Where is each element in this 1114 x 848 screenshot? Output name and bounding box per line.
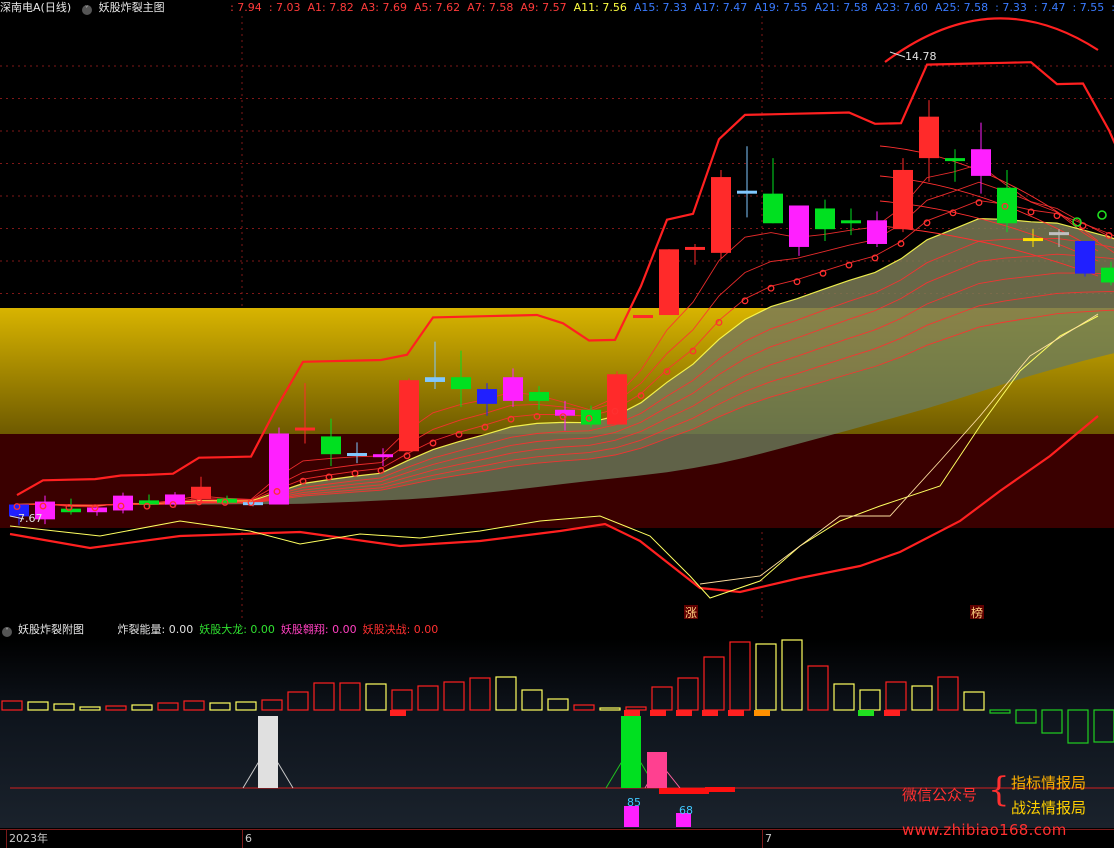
candle-body [347, 453, 367, 457]
main-value-10: A19: 7.55 [754, 1, 808, 14]
candle-body [321, 436, 341, 455]
watermark-url: www.zhibiao168.com [902, 821, 1067, 839]
watermark-line-2: 战法情报局 [1011, 799, 1087, 817]
main-indicator-values: : 7.94 : 7.03 A1: 7.82 A3: 7.69 A5: 7.62 A7: … [230, 1, 1114, 14]
main-value-6: A9: 7.57 [520, 1, 567, 14]
candle-body [1049, 232, 1069, 236]
signal-circle-icon-2 [1097, 210, 1107, 220]
main-value-0: : 7.94 [230, 1, 262, 14]
markers: 涨榜 [684, 605, 984, 620]
sub-label-b: 68 [679, 804, 693, 817]
sub-header-bar: ˅ 妖股炸裂附图 炸裂能量: 0.00 妖股大龙: 0.00 妖股翱翔: 0.00 妖股… [0, 622, 1114, 638]
candle-body [1075, 241, 1095, 274]
high-price-label: 14.78 [905, 50, 937, 63]
stock-name[interactable]: 深南电A(日线) [0, 1, 71, 14]
sub-indicator-name[interactable]: 妖股炸裂附图 [18, 623, 84, 636]
candle-body [477, 389, 497, 404]
main-value-16: : 7.55 [1072, 1, 1105, 14]
marker-0: 涨 [685, 605, 697, 620]
chevron-down-icon[interactable]: ˅ [2, 627, 12, 637]
brace-icon: { [988, 770, 1010, 810]
candle-body [945, 158, 965, 162]
chevron-down-icon[interactable]: ˅ [81, 5, 92, 15]
candle-body [191, 486, 211, 499]
energy-tab [884, 710, 900, 716]
candle-body [685, 246, 705, 250]
pink-signal-bar [647, 752, 667, 788]
main-value-11: A21: 7.58 [814, 1, 868, 14]
candle-body [1023, 238, 1043, 242]
time-axis-label-0: 2023年 [6, 830, 48, 848]
time-axis-label-2: 7 [762, 830, 772, 848]
energy-tab [728, 710, 744, 716]
candle-body [789, 205, 809, 247]
sub-field-3: 妖股决战: 0.00 [362, 623, 439, 636]
candle-body [763, 193, 783, 224]
candle-body [971, 149, 991, 176]
main-value-15: : 7.47 [1033, 1, 1066, 14]
energy-tab [858, 710, 874, 716]
candle-body [295, 427, 315, 431]
main-value-9: A17: 7.47 [694, 1, 748, 14]
energy-tab [390, 710, 406, 716]
candle-body [529, 392, 549, 401]
candle-body [451, 377, 471, 390]
sub-indicator-values: 炸裂能量: 0.00 妖股大龙: 0.00 妖股翱翔: 0.00 妖股决战: 0.00 [118, 623, 445, 636]
main-value-7: A11: 7.56 [573, 1, 627, 14]
main-value-8: A15: 7.33 [633, 1, 688, 14]
candle-body [815, 208, 835, 230]
candle-body [633, 315, 653, 319]
main-price-chart[interactable]: 14.78 7.67 涨榜 [0, 16, 1114, 620]
watermark-label: 微信公众号 [902, 786, 978, 804]
energy-tab [676, 710, 692, 716]
main-value-4: A5: 7.62 [413, 1, 461, 14]
white-signal-bar [258, 716, 278, 788]
main-value-5: A7: 7.58 [467, 1, 514, 14]
energy-tab [702, 710, 718, 716]
watermark-line-1: 指标情报局 [1011, 774, 1087, 792]
sub-field-0: 炸裂能量: 0.00 [117, 623, 194, 636]
candle-body [607, 374, 627, 425]
red-signal-bar-2 [705, 787, 735, 792]
marker-1: 榜 [971, 605, 983, 620]
candle-body [659, 249, 679, 316]
low-price-label: 7.67 [18, 512, 43, 525]
main-value-3: A3: 7.69 [360, 1, 407, 14]
candle-body [503, 377, 523, 401]
candle-body [841, 220, 861, 224]
sub-label-a: 85 [627, 796, 641, 809]
candle-body [893, 169, 913, 230]
candle-body [399, 380, 419, 452]
main-value-1: : 7.03 [268, 1, 301, 14]
main-header-bar: 深南电A(日线) ˅ 妖股炸裂主图 : 7.94 : 7.03 A1: 7.82 A3:… [0, 0, 1114, 16]
main-value-13: A25: 7.58 [934, 1, 989, 14]
main-value-2: A1: 7.82 [307, 1, 354, 14]
energy-tab [624, 710, 640, 716]
magenta-signal-a [624, 806, 639, 827]
candle-body [737, 190, 757, 194]
red-signal-bar [659, 788, 709, 794]
candle-body [1101, 267, 1114, 283]
green-signal-bar [621, 716, 641, 788]
energy-tab [754, 710, 770, 716]
sub-field-1: 妖股大龙: 0.00 [199, 623, 275, 636]
candle-body [711, 177, 731, 253]
candle-body [373, 454, 393, 458]
time-axis-label-1: 6 [242, 830, 252, 848]
main-value-12: A23: 7.60 [874, 1, 928, 14]
main-indicator-name[interactable]: 妖股炸裂主图 [99, 1, 165, 14]
main-value-14: : 7.33 [995, 1, 1027, 14]
sub-field-2: 妖股翱翔: 0.00 [280, 623, 357, 636]
candle-body [919, 116, 939, 159]
candle-body [425, 377, 445, 382]
candle-body [867, 220, 887, 244]
energy-tab [650, 710, 666, 716]
